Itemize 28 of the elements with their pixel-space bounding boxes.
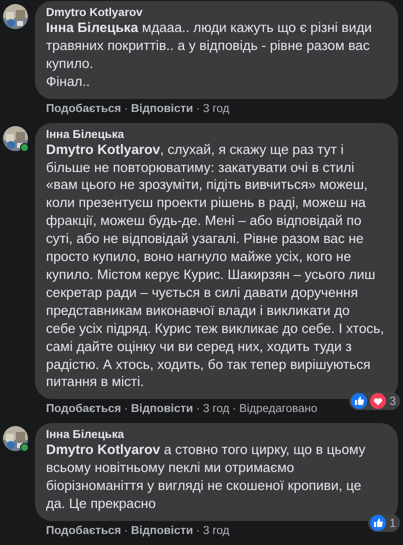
thumbs-up-icon xyxy=(370,514,386,531)
action-link[interactable]: Відповісти xyxy=(130,102,194,115)
comment-text: Інна Білецька мдааа.. люди кажуть що є різні види травяних покриттів.. а у відповідь - рівне разом вас купило. xyxy=(46,19,373,73)
separator-dot: · xyxy=(124,403,128,416)
action-link[interactable]: Подобається xyxy=(46,524,122,537)
thumbs-up-icon xyxy=(351,393,368,410)
separator-dot: · xyxy=(196,102,200,115)
reaction-summary[interactable]: 3 xyxy=(349,392,400,410)
separator-dot: · xyxy=(232,403,236,416)
action-link[interactable]: Подобається xyxy=(46,403,122,416)
reaction-summary[interactable]: 1 xyxy=(368,514,400,532)
comment-time: 3 год xyxy=(202,403,230,416)
comment-time: 3 год xyxy=(202,524,230,537)
separator-dot: · xyxy=(124,524,128,537)
comment-text: Фінал.. xyxy=(46,72,91,91)
edited-label: Відредаговано xyxy=(239,403,318,416)
separator-dot: · xyxy=(124,102,128,115)
author-name[interactable]: Інна Білецька xyxy=(46,429,394,442)
action-link[interactable]: Подобається xyxy=(46,102,122,115)
author-name[interactable]: Інна Білецька xyxy=(46,128,394,141)
comment-text: Dmytro Kotlyarov а стовно того цирку, що в цьому всьому новітньому пеклі ми отримаємо біорізноманіття у вигляді не скошеної кропиви, це да. Це прекрасно xyxy=(46,441,366,513)
comment-time: 3 год xyxy=(202,102,230,115)
author-name[interactable]: Dmytro Kotlyarov xyxy=(46,7,394,19)
action-link[interactable]: Відповісти xyxy=(130,403,194,416)
comment-text: Dmytro Kotlyarov, слухай, я скажу ще раз тут і більше не повторюватиму: закатувати очі в стилі «вам цього не зрозуміти, підіть вивчиться» можеш, коли презентуєш проекти рішень в раді, можеш на фракції, можеш будь-де. Мені – або відповідай по суті, або не відповідай узагалі. Рівне разом вас не просто купило, воно нагнуло майже усіх, кого не купило. Містом керує Курис. Шакирзян – усього лиш секретар ради – чується в силі давати доручення представникам виконавчої влади і викликати до себе усіх підряд. Курис теж викликає до себе. І хтось, самі дайте оцінку чи ви серед них, ходить туди з радістю. А хтось, ходить, бо так тепер вирішуються питання в місті. xyxy=(46,140,386,392)
action-link[interactable]: Відповісти xyxy=(130,524,194,537)
separator-dot: · xyxy=(196,403,200,416)
separator-dot: · xyxy=(196,524,200,537)
